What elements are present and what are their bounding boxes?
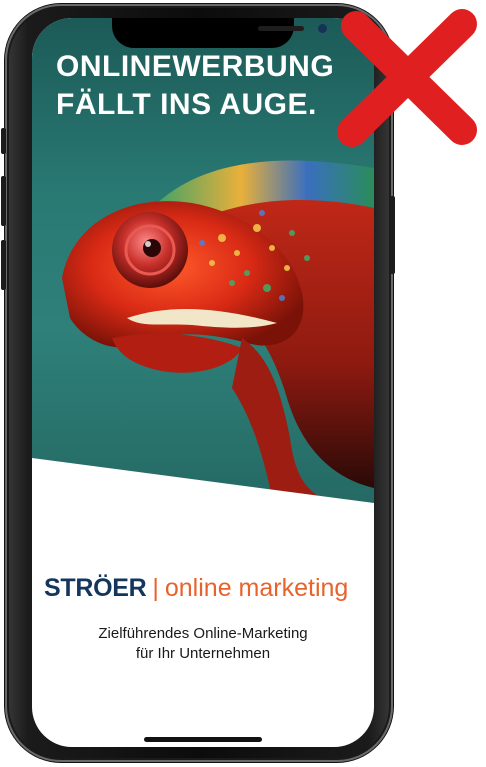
logo-separator: | xyxy=(152,574,159,602)
red-cross-icon xyxy=(337,9,477,147)
volume-up-button xyxy=(1,176,6,226)
silent-switch xyxy=(1,128,6,154)
front-camera-icon xyxy=(318,24,327,33)
tagline: Zielführendes Online-Marketing für Ihr U… xyxy=(32,624,374,664)
earpiece-speaker xyxy=(258,26,304,31)
ad-visual: ONLINEWERBUNG FÄLLT INS AUGE. xyxy=(32,18,374,538)
logo-suffix: online marketing xyxy=(164,574,349,602)
stroer-logo: STRÖER | online marketing xyxy=(44,568,374,608)
headline-line-1: ONLINEWERBUNG xyxy=(56,50,335,83)
brand-area: STRÖER | online marketing Zielführendes On… xyxy=(32,558,374,738)
phone-screen: ONLINEWERBUNG FÄLLT INS AUGE. STRÖER | onl… xyxy=(32,18,374,747)
power-button xyxy=(390,196,395,274)
tagline-line-2: für Ihr Unternehmen xyxy=(135,645,271,662)
phone-notch xyxy=(112,18,327,48)
logo-name: STRÖER xyxy=(44,574,147,602)
headline-line-2: FÄLLT INS AUGE. xyxy=(56,88,317,121)
home-indicator xyxy=(144,737,262,742)
ad-headline: ONLINEWERBUNG FÄLLT INS AUGE. xyxy=(56,48,374,124)
diagonal-divider xyxy=(32,458,374,538)
tagline-line-1: Zielführendes Online-Marketing xyxy=(98,625,308,642)
volume-down-button xyxy=(1,240,6,290)
